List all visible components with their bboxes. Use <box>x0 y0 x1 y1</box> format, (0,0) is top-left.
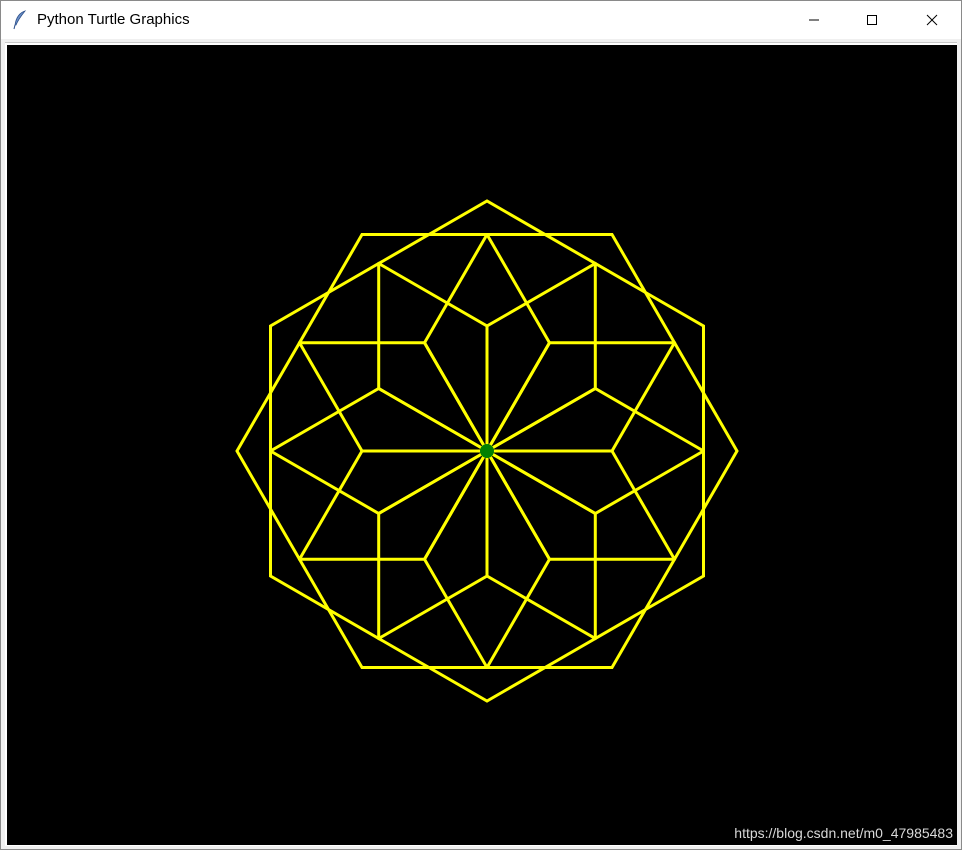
close-icon <box>926 14 938 26</box>
feather-icon <box>13 10 27 30</box>
turtle-window: Python Turtle Graphics https://blog.csdn… <box>0 0 962 850</box>
minimize-icon <box>808 14 820 26</box>
close-button[interactable] <box>909 1 955 39</box>
window-title: Python Turtle Graphics <box>37 11 190 28</box>
turtle-canvas[interactable]: https://blog.csdn.net/m0_47985483 <box>7 45 957 845</box>
maximize-button[interactable] <box>849 1 895 39</box>
watermark-text: https://blog.csdn.net/m0_47985483 <box>734 825 953 841</box>
turtle-drawing <box>235 199 739 703</box>
canvas-frame: https://blog.csdn.net/m0_47985483 <box>5 42 957 846</box>
turtle-icon <box>480 444 494 458</box>
title-bar[interactable]: Python Turtle Graphics <box>1 1 961 39</box>
minimize-button[interactable] <box>791 1 837 39</box>
maximize-icon <box>866 14 878 26</box>
